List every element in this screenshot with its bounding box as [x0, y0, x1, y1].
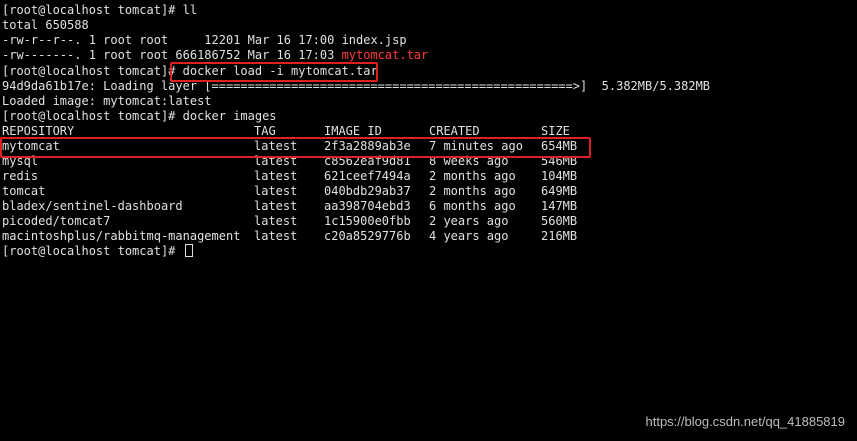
- cell-created: 8 weeks ago: [429, 154, 509, 168]
- file-name: index.jsp: [341, 33, 407, 47]
- terminal-line-ll-command: [root@localhost tomcat]# ll: [2, 3, 198, 17]
- cell-size: 147MB: [541, 199, 578, 213]
- terminal-line-docker-load: [root@localhost tomcat]# docker load -i …: [2, 64, 378, 79]
- header-size: SIZE: [541, 124, 570, 138]
- table-row: picoded/tomcat7 latest 1c15900e0fbb 2 ye…: [2, 214, 577, 229]
- terminal-line-loading-layer: 94d9da61b17e: Loading layer [===========…: [2, 79, 711, 93]
- cell-size: 546MB: [541, 154, 578, 168]
- table-row: mysql latest c8562eaf9d81 8 weeks ago 54…: [2, 154, 577, 169]
- header-created: CREATED: [429, 124, 480, 138]
- terminal-window[interactable]: [root@localhost tomcat]# ll total 650588…: [0, 0, 857, 441]
- cell-tag: latest: [254, 139, 298, 153]
- table-row: redis latest 621ceef7494a 2 months ago 1…: [2, 169, 577, 184]
- cell-tag: latest: [254, 199, 298, 213]
- cell-image-id: 040bdb29ab37: [324, 184, 411, 198]
- shell-prompt: [root@localhost tomcat]#: [2, 64, 183, 78]
- terminal-line-file-index: -rw-r--r--. 1 root root 12201 Mar 16 17:…: [2, 33, 407, 48]
- header-repository: REPOSITORY: [2, 124, 75, 138]
- images-table-header: REPOSITORY TAG IMAGE ID CREATED SIZE: [2, 124, 570, 139]
- table-row: bladex/sentinel-dashboard latest aa39870…: [2, 199, 577, 214]
- shell-prompt: [root@localhost tomcat]#: [2, 244, 183, 258]
- cell-size: 654MB: [541, 139, 578, 153]
- cell-tag: latest: [254, 229, 298, 243]
- table-row: macintoshplus/rabbitmq-management latest…: [2, 229, 577, 244]
- cell-repository: mytomcat: [2, 139, 60, 153]
- archive-file-name: mytomcat.tar: [341, 48, 429, 62]
- terminal-line-final-prompt[interactable]: [root@localhost tomcat]#: [2, 244, 193, 259]
- file-meta: -rw-r--r--. 1 root root 12201 Mar 16 17:…: [2, 33, 342, 47]
- cell-tag: latest: [254, 154, 298, 168]
- cell-size: 649MB: [541, 184, 578, 198]
- cell-tag: latest: [254, 184, 298, 198]
- cell-repository: picoded/tomcat7: [2, 214, 111, 228]
- terminal-line-total: total 650588: [2, 18, 89, 32]
- table-row: tomcat latest 040bdb29ab37 2 months ago …: [2, 184, 577, 199]
- cell-image-id: aa398704ebd3: [324, 199, 411, 213]
- cell-repository: tomcat: [2, 184, 46, 198]
- cell-repository: bladex/sentinel-dashboard: [2, 199, 183, 213]
- cell-created: 4 years ago: [429, 229, 509, 243]
- cell-image-id: 2f3a2889ab3e: [324, 139, 411, 153]
- cell-size: 216MB: [541, 229, 578, 243]
- file-meta: -rw-------. 1 root root 666186752 Mar 16…: [2, 48, 342, 62]
- header-tag: TAG: [254, 124, 276, 138]
- text-cursor-icon: [184, 244, 193, 257]
- terminal-line-docker-images: [root@localhost tomcat]# docker images: [2, 109, 277, 123]
- cell-size: 560MB: [541, 214, 578, 228]
- cell-image-id: c20a8529776b: [324, 229, 411, 243]
- table-row: mytomcat latest 2f3a2889ab3e 7 minutes a…: [2, 139, 577, 154]
- cell-created: 2 months ago: [429, 184, 516, 198]
- cell-created: 2 months ago: [429, 169, 516, 183]
- terminal-line-loaded-image: Loaded image: mytomcat:latest: [2, 94, 212, 108]
- cell-tag: latest: [254, 214, 298, 228]
- cell-image-id: 621ceef7494a: [324, 169, 411, 183]
- cell-image-id: c8562eaf9d81: [324, 154, 411, 168]
- cell-created: 6 months ago: [429, 199, 516, 213]
- cell-tag: latest: [254, 169, 298, 183]
- cell-created: 7 minutes ago: [429, 139, 523, 153]
- cell-repository: mysql: [2, 154, 39, 168]
- cell-size: 104MB: [541, 169, 578, 183]
- cell-repository: macintoshplus/rabbitmq-management: [2, 229, 241, 243]
- cell-created: 2 years ago: [429, 214, 509, 228]
- terminal-line-file-tar: -rw-------. 1 root root 666186752 Mar 16…: [2, 48, 428, 63]
- cell-image-id: 1c15900e0fbb: [324, 214, 411, 228]
- cell-repository: redis: [2, 169, 39, 183]
- header-image-id: IMAGE ID: [324, 124, 382, 138]
- watermark: https://blog.csdn.net/qq_41885819: [645, 414, 846, 429]
- docker-load-command: docker load -i mytomcat.tar: [182, 64, 378, 78]
